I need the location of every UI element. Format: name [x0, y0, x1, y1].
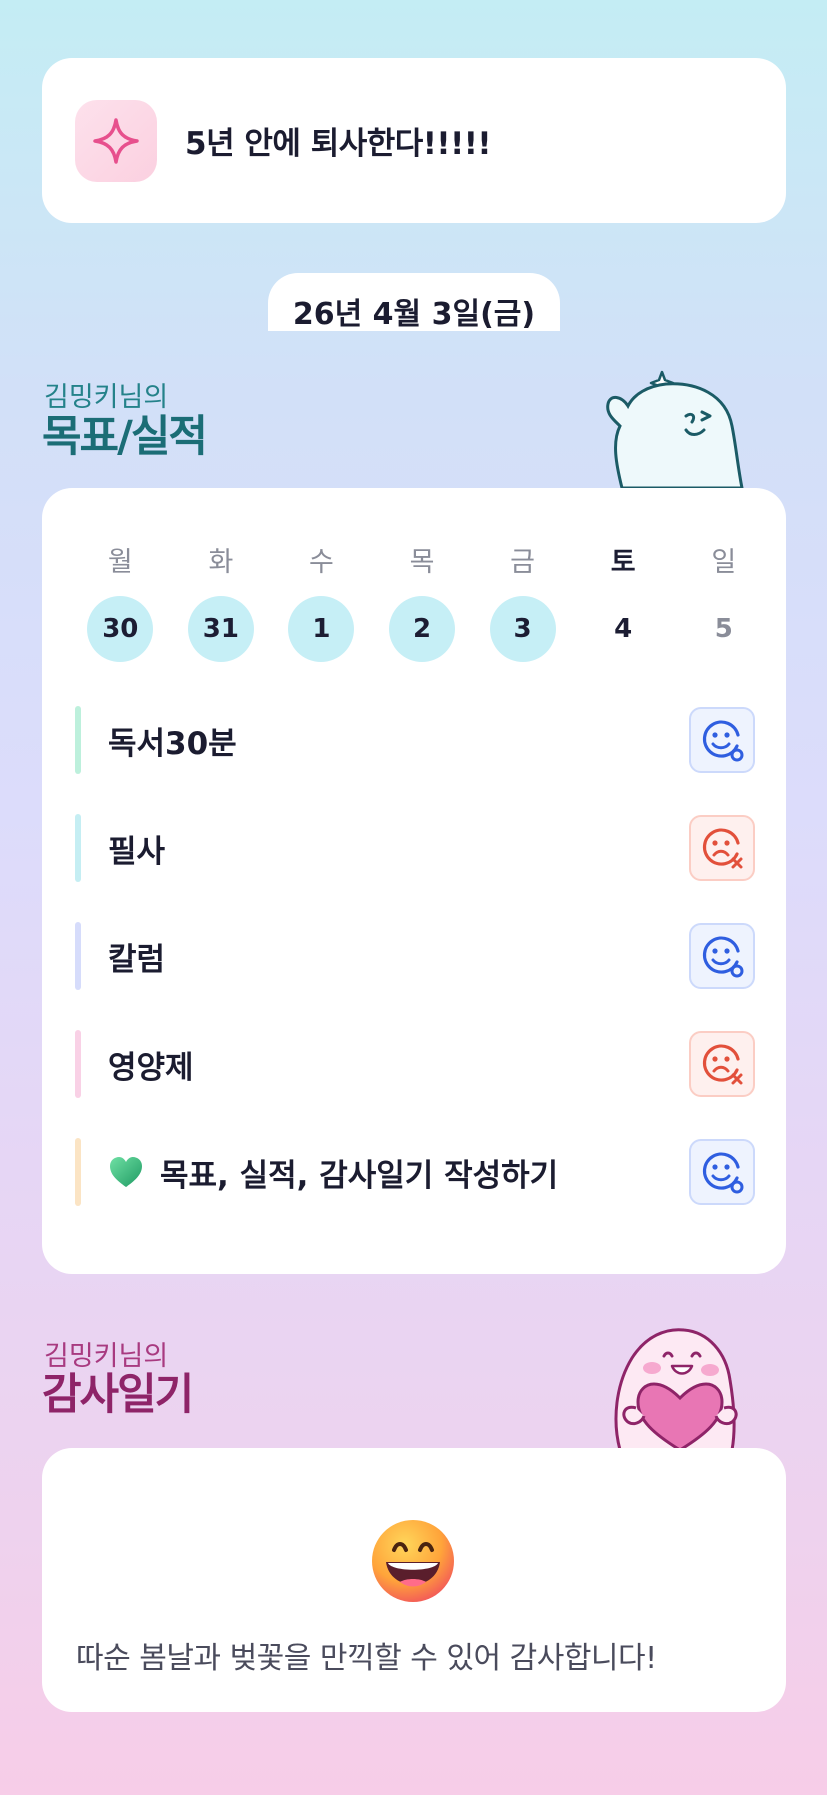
sad-x-icon — [702, 1044, 743, 1085]
day-label: 일 — [711, 547, 737, 578]
waving-ghost-mascot — [600, 364, 750, 494]
day-mon[interactable]: 월 30 — [70, 540, 171, 662]
task-color-bar — [75, 814, 81, 882]
task-color-bar — [75, 922, 81, 990]
day-thu[interactable]: 목 2 — [372, 540, 473, 662]
day-label: 토 — [610, 547, 636, 578]
task-label: 필사 — [108, 833, 166, 870]
gratitude-section-title: 감사일기 — [42, 1370, 194, 1420]
day-wed[interactable]: 수 1 — [271, 540, 372, 662]
date-label: 26년 4월 3일(금) — [292, 297, 536, 332]
fail-status-button[interactable] — [689, 1031, 755, 1097]
day-label: 월 — [107, 547, 133, 578]
day-number[interactable]: 5 — [691, 596, 757, 662]
goal-text: 5년 안에 퇴사한다!!!!! — [185, 126, 491, 162]
task-item[interactable]: 칼럼 — [75, 922, 755, 990]
sad-x-icon — [702, 828, 743, 869]
gratitude-text: 따순 봄날과 벚꽃을 만끽할 수 있어 감사합니다! — [76, 1641, 657, 1676]
week-calendar: 월 30 화 31 수 1 목 2 금 3 토 4 일 5 — [70, 540, 774, 662]
success-status-button[interactable] — [689, 1139, 755, 1205]
green-heart-icon — [110, 1157, 142, 1187]
fail-status-button[interactable] — [689, 815, 755, 881]
task-list: 독서30분 필사 칼럼 영양제 목표, 실적, 감사일기 작성하기 — [75, 706, 755, 1246]
date-selector[interactable]: 26년 4월 3일(금) — [268, 273, 560, 332]
success-status-button[interactable] — [689, 707, 755, 773]
gratitude-card[interactable]: 따순 봄날과 벚꽃을 만끽할 수 있어 감사합니다! — [42, 1448, 786, 1712]
task-label: 영양제 — [108, 1049, 194, 1086]
task-color-bar — [75, 706, 81, 774]
task-color-bar — [75, 1030, 81, 1098]
day-number[interactable]: 31 — [187, 596, 254, 662]
task-color-bar — [75, 1138, 81, 1206]
task-item[interactable]: 영양제 — [75, 1030, 755, 1098]
sparkle-icon — [75, 99, 157, 182]
task-item[interactable]: 필사 — [75, 814, 755, 882]
day-number[interactable]: 2 — [389, 596, 456, 662]
day-fri[interactable]: 금 3 — [472, 540, 573, 662]
grinning-face-icon — [370, 1518, 456, 1608]
smile-check-icon — [702, 936, 744, 978]
day-label: 목 — [409, 547, 435, 578]
day-number[interactable]: 3 — [489, 596, 556, 662]
success-status-button[interactable] — [689, 923, 755, 989]
day-sat[interactable]: 토 4 — [573, 540, 674, 662]
goals-section-title: 목표/실적 — [42, 412, 208, 462]
task-label: 칼럼 — [108, 941, 166, 978]
task-label: 독서30분 — [108, 725, 237, 762]
day-label: 금 — [510, 547, 536, 578]
task-label-with-icon: 목표, 실적, 감사일기 작성하기 — [108, 1150, 558, 1195]
day-number[interactable]: 30 — [87, 596, 154, 662]
smile-check-icon — [702, 1152, 744, 1194]
day-number[interactable]: 1 — [288, 596, 355, 662]
day-number[interactable]: 4 — [590, 596, 656, 662]
day-tue[interactable]: 화 31 — [171, 540, 272, 662]
day-label: 화 — [208, 547, 234, 578]
task-label: 목표, 실적, 감사일기 작성하기 — [160, 1157, 559, 1194]
smile-check-icon — [702, 720, 744, 762]
day-sun[interactable]: 일 5 — [673, 540, 774, 662]
goal-card[interactable]: 5년 안에 퇴사한다!!!!! — [42, 58, 786, 223]
heart-hugging-mascot — [598, 1324, 756, 1454]
task-item[interactable]: 독서30분 — [75, 706, 755, 774]
day-label: 수 — [309, 547, 334, 578]
goals-card: 월 30 화 31 수 1 목 2 금 3 토 4 일 5 독서30분 필사 칼… — [42, 488, 786, 1274]
task-item[interactable]: 목표, 실적, 감사일기 작성하기 — [75, 1138, 755, 1206]
